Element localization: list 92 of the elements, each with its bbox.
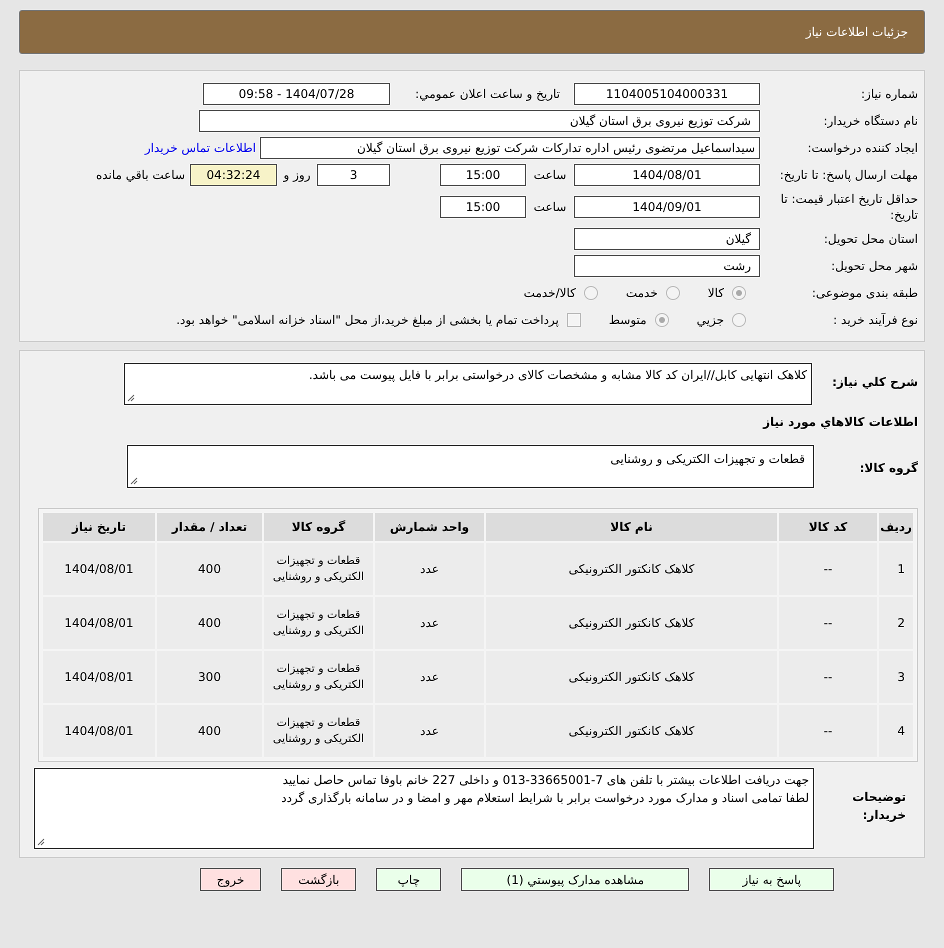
table-cell: -- — [778, 650, 878, 704]
action-button[interactable]: مشاهده مدارک پیوستي (1) — [461, 868, 690, 891]
table-cell: قطعات و تجهیزات الکتریکی و روشنایی — [263, 704, 374, 758]
table-cell: -- — [778, 704, 878, 758]
text-field[interactable]: 1404/07/28 - 09:58 — [203, 83, 390, 105]
table-cell: عدد — [374, 650, 485, 704]
text-field[interactable]: 1104005104000331 — [574, 83, 760, 105]
action-button[interactable]: چاپ — [376, 868, 442, 891]
table-cell: کلاهک کانکتور الکترونیکی — [485, 704, 778, 758]
checkbox-label: پرداخت تمام یا بخشی از مبلغ خرید،از محل "اسناد خزانه اسلامی" خواهد بود. — [176, 312, 559, 329]
column-header: ردیف — [878, 512, 914, 542]
radio-button[interactable] — [666, 286, 680, 300]
notes-line: لطفا تمامی اسناد و مدارک مورد درخواست برابر با شرایط استعلام مهر و امضا و در سامانه بارگذاری گردد — [280, 790, 809, 807]
radio-label: کالا/خدمت — [524, 285, 576, 302]
field-label: ایجاد کننده درخواست: — [806, 140, 918, 156]
table-cell: 1 — [878, 542, 914, 596]
field-label: روز و — [282, 167, 312, 184]
table-cell: 2 — [878, 596, 914, 650]
field-label: شرح کلي نیاز: — [831, 374, 918, 391]
radio-button[interactable] — [732, 286, 746, 300]
radio-label: متوسط — [608, 312, 647, 329]
field-label: حداقل تاریخ اعتبار قیمت: تا تاریخ: — [780, 191, 918, 223]
table-cell: قطعات و تجهیزات الکتریکی و روشنایی — [263, 542, 374, 596]
table-cell: 1404/08/01 — [42, 542, 156, 596]
checkbox[interactable] — [566, 313, 581, 327]
description-box[interactable]: کلاهک انتهایی کابل//ایران کد کالا مشابه و مشخصات کالای درخواستی برابر با فایل پیوست می باشد. — [124, 363, 812, 405]
table-cell: قطعات و تجهیزات الکتریکی و روشنایی — [263, 650, 374, 704]
field-label: نوع فرآیند خرید : — [832, 312, 918, 328]
text-field[interactable]: گیلان — [574, 228, 760, 250]
field-label: مهلت ارسال پاسخ: تا تاریخ: — [778, 167, 918, 183]
field-label: ساعت باقي مانده — [96, 167, 185, 184]
table-cell: 400 — [156, 596, 263, 650]
field-label: شهر محل تحویل: — [830, 258, 918, 274]
text-field[interactable]: شرکت توزیع نیروی برق استان گیلان — [199, 110, 760, 132]
field-label: توضیحات خریدار: — [851, 789, 906, 824]
table-cell: عدد — [374, 704, 485, 758]
table-cell: 1404/08/01 — [42, 596, 156, 650]
notes-box[interactable]: جهت دریافت اطلاعات بیشتر با تلفن های 7-33665001-013 و داخلی 227 خانم باوفا تماس حاصل نمایید لطفا تمامی اسناد و مدارک مورد درخواست برابر با شرایط استعلام مهر و امضا و در سامانه بارگذاری گردد — [34, 768, 814, 849]
column-header: تاریخ نیاز — [42, 512, 156, 542]
countdown-field[interactable]: 04:32:24 — [190, 164, 277, 186]
resize-grip-icon — [127, 394, 135, 402]
section-title: اطلاعات کالاهاي مورد نیاز — [762, 414, 918, 431]
action-button[interactable]: بازگشت — [281, 868, 356, 891]
field-label: ساعت — [532, 199, 568, 216]
notes-line: جهت دریافت اطلاعات بیشتر با تلفن های 7-33665001-013 و داخلی 227 خانم باوفا تماس حاصل نمایید — [282, 772, 809, 789]
table-cell: 3 — [878, 650, 914, 704]
column-header: نام کالا — [485, 512, 778, 542]
table-cell: کلاهک کانکتور الکترونیکی — [485, 542, 778, 596]
text-field[interactable]: 15:00 — [440, 196, 526, 218]
column-header: تعداد / مقدار — [156, 512, 263, 542]
contact-link[interactable]: اطلاعات تماس خریدار — [144, 139, 256, 157]
field-label: گروه کالا: — [858, 460, 918, 477]
table-cell: 400 — [156, 704, 263, 758]
table-cell: عدد — [374, 542, 485, 596]
radio-label: خدمت — [626, 285, 658, 302]
radio-label: جزيي — [696, 312, 724, 329]
radio-button[interactable] — [584, 286, 598, 300]
goods-group-box[interactable]: قطعات و تجهیزات الکتریکی و روشنایی — [127, 445, 814, 488]
header-title: جزئیات اطلاعات نیاز — [806, 24, 908, 41]
table-cell: عدد — [374, 596, 485, 650]
column-header: گروه کالا — [263, 512, 374, 542]
table-cell: 300 — [156, 650, 263, 704]
table-cell: کلاهک کانکتور الکترونیکی — [485, 650, 778, 704]
resize-grip-icon — [37, 838, 45, 846]
table-cell: 1404/08/01 — [42, 650, 156, 704]
text-field[interactable]: 15:00 — [440, 164, 526, 186]
field-label: استان محل تحویل: — [822, 231, 918, 247]
resize-grip-icon — [130, 477, 138, 485]
field-label: نام دستگاه خریدار: — [822, 113, 918, 129]
table-cell: کلاهک کانکتور الکترونیکی — [485, 596, 778, 650]
table-cell: قطعات و تجهیزات الکتریکی و روشنایی — [263, 596, 374, 650]
radio-label: کالا — [708, 285, 724, 302]
table-cell: 400 — [156, 542, 263, 596]
text-field[interactable]: سیداسماعیل مرتضوی رئیس اداره تدارکات شرکت توزیع نیروی برق استان گیلان — [260, 137, 760, 159]
column-header: کد کالا — [778, 512, 878, 542]
text-field[interactable]: 3 — [317, 164, 390, 186]
field-label: طبقه بندی موضوعی: — [810, 285, 918, 301]
action-button[interactable]: خروج — [200, 868, 262, 891]
field-label: شماره نیاز: — [860, 86, 918, 102]
text-field[interactable]: رشت — [574, 255, 760, 277]
radio-button[interactable] — [732, 313, 746, 327]
column-header: واحد شمارش — [374, 512, 485, 542]
text-field[interactable]: 1404/08/01 — [574, 164, 760, 186]
table-cell: 1404/08/01 — [42, 704, 156, 758]
field-label: ساعت — [532, 167, 568, 184]
table-cell: -- — [778, 596, 878, 650]
radio-button[interactable] — [654, 313, 669, 327]
text-field[interactable]: 1404/09/01 — [574, 196, 760, 218]
field-label: تاریخ و ساعت اعلان عمومي: — [414, 86, 560, 102]
table-cell: 4 — [878, 704, 914, 758]
action-button[interactable]: پاسخ به نیاز — [709, 868, 834, 891]
table-cell: -- — [778, 542, 878, 596]
